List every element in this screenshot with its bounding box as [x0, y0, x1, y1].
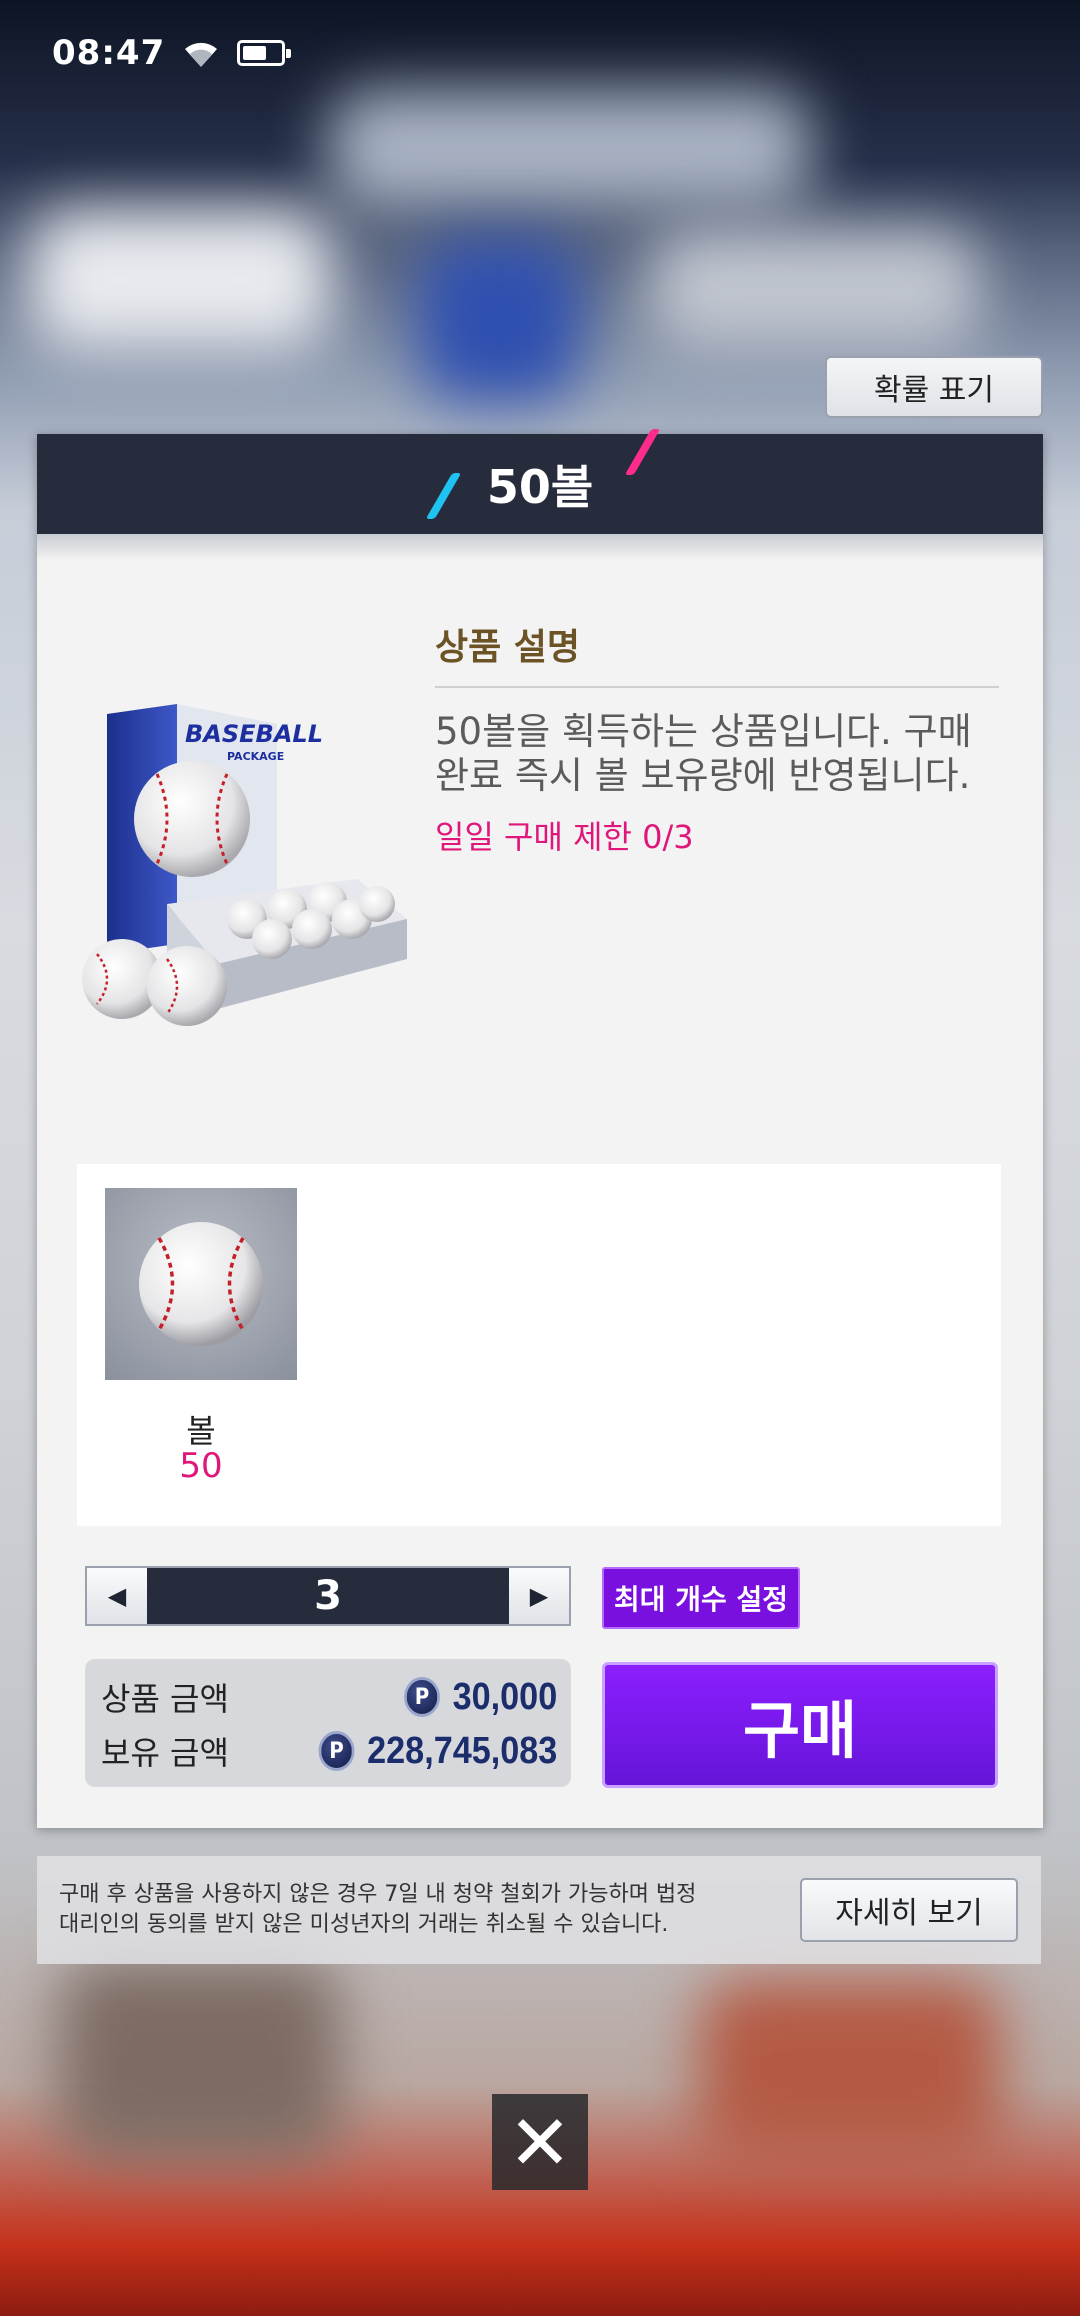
header-shadow	[37, 534, 1043, 560]
clock: 08:47	[52, 33, 166, 73]
reward-list: 볼 50	[77, 1164, 1001, 1526]
package-sub-text: PACKAGE	[227, 750, 284, 763]
blue-slash-decoration	[425, 473, 462, 519]
quantity-value: 3	[147, 1568, 509, 1624]
package-brand-text: BASEBALL	[185, 720, 323, 748]
description-text: 50볼을 획득하는 상품입니다. 구매 완료 즉시 볼 보유량에 반영됩니다.	[435, 710, 972, 797]
balance-label: 보유 금액	[101, 1734, 229, 1772]
coin-icon: P	[318, 1731, 355, 1771]
pink-slash-decoration	[624, 429, 661, 475]
product-price-value: 30,000	[452, 1675, 557, 1718]
battery-icon	[237, 40, 292, 66]
product-price-row: 상품 금액 P 30,000	[101, 1671, 557, 1723]
view-details-button[interactable]: 자세히 보기	[800, 1878, 1018, 1942]
dialog-header: 50볼	[37, 429, 1043, 534]
balance-value: 228,745,083	[366, 1729, 557, 1772]
balance-row: 보유 금액 P 228,745,083	[101, 1725, 557, 1777]
wifi-icon	[185, 42, 218, 67]
notice-text: 구매 후 상품을 사용하지 않은 경우 7일 내 청약 철회가 가능하며 법정 …	[59, 1882, 697, 1937]
daily-limit-text: 일일 구매 제한 0/3	[435, 818, 694, 856]
probability-display-button[interactable]: 확률 표기	[825, 356, 1043, 418]
close-icon: ✕	[508, 2097, 572, 2187]
close-button[interactable]: ✕	[492, 2094, 588, 2190]
product-price-label: 상품 금액	[101, 1680, 229, 1718]
refund-notice: 구매 후 상품을 사용하지 않은 경우 7일 내 청약 철회가 가능하며 법정 …	[37, 1856, 1041, 1964]
increase-quantity-button[interactable]: ▶	[509, 1568, 569, 1624]
status-bar: 08:47	[52, 28, 292, 78]
dialog-title: 50볼	[425, 429, 661, 519]
decrease-quantity-button[interactable]: ◀	[87, 1568, 147, 1624]
description-divider	[435, 686, 999, 688]
buy-button[interactable]: 구매	[602, 1662, 998, 1788]
set-max-quantity-button[interactable]: 최대 개수 설정	[602, 1567, 800, 1629]
reward-item-quantity: 50	[179, 1446, 223, 1486]
baseball-package-image: BASEBALL PACKAGE	[82, 704, 407, 1026]
description-title: 상품 설명	[435, 627, 581, 668]
reward-item-thumbnail[interactable]	[105, 1188, 297, 1380]
arrow-right-icon: ▶	[529, 1582, 549, 1610]
baseball-icon	[139, 1222, 263, 1346]
quantity-stepper: ◀ 3 ▶	[85, 1566, 571, 1626]
dialog-title-text: 50볼	[486, 460, 594, 514]
price-summary: 상품 금액 P 30,000 보유 금액 P 228,745,083	[85, 1659, 571, 1787]
arrow-left-icon: ◀	[107, 1582, 127, 1610]
purchase-dialog: 50볼 BASEBALL PACKAGE 상품 설명 50볼을 획득하는 상품입…	[37, 429, 1043, 1828]
coin-icon: P	[403, 1677, 440, 1717]
